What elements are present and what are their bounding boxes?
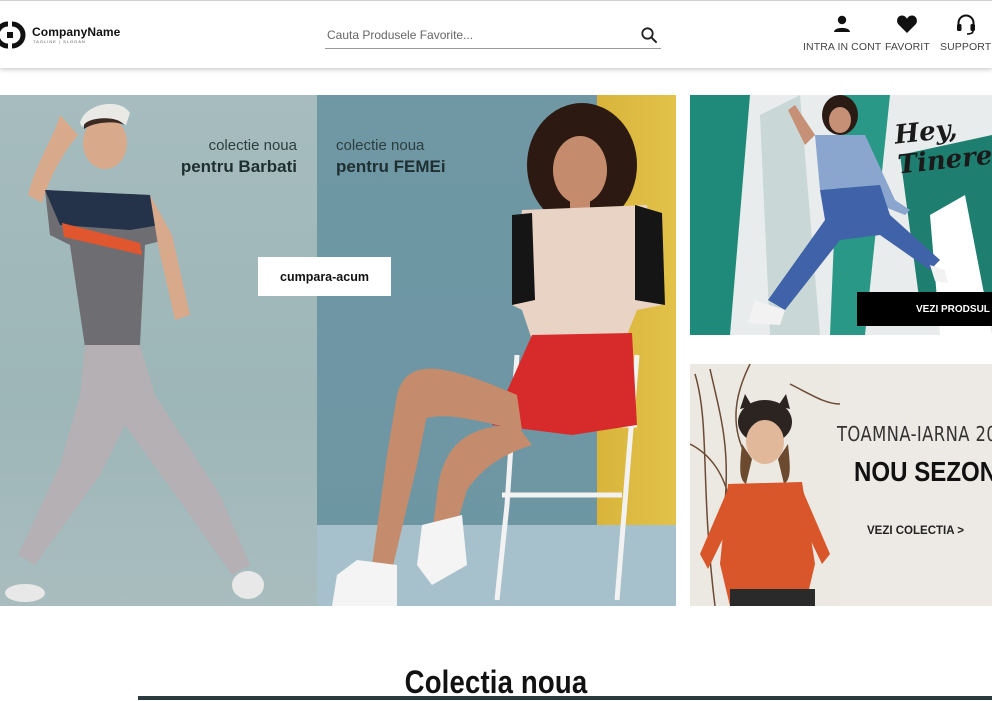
heart-icon [896, 13, 918, 35]
autumn-season-label: TOAMNA-IARNA 201 [837, 422, 992, 446]
hero-women-caption-big: pentru FEMEi [336, 157, 446, 176]
company-name: CompanyName [32, 24, 121, 39]
company-tagline: TAGLINE | SLOGAN [33, 38, 86, 44]
user-icon [831, 13, 853, 35]
hero-men-caption: colectie noua pentru Barbati [181, 137, 297, 179]
search-bar [325, 22, 661, 49]
hero-women-caption-small: colectie noua [336, 137, 425, 154]
teens-banner[interactable]: Hey, Tineret VEZI PRODSUL [690, 95, 992, 335]
hero-men-caption-small: colectie noua [208, 137, 297, 154]
company-logo[interactable]: CompanyName TAGLINE | SLOGAN [0, 21, 120, 49]
autumn-new-season-title: NOU SEZON [854, 456, 992, 487]
nav-favorites-label: FAVORIT [885, 41, 930, 53]
hero-women-caption: colectie noua pentru FEMEi [336, 137, 446, 179]
search-icon[interactable] [640, 26, 658, 44]
nav-login[interactable]: INTRA IN CONT [803, 13, 881, 53]
logo-mark-icon [0, 21, 26, 49]
hero-men-caption-big: pentru Barbati [180, 157, 297, 176]
shop-now-button[interactable]: cumpara-acum [258, 257, 391, 296]
hero-banner[interactable]: colectie noua pentru Barbati colectie no… [0, 95, 676, 606]
site-header: CompanyName TAGLINE | SLOGAN INTRA IN CO… [0, 0, 992, 68]
view-product-button[interactable]: VEZI PRODSUL [857, 292, 992, 326]
autumn-banner[interactable]: TOAMNA-IARNA 201 NOU SEZON VEZI COLECTIA… [690, 364, 992, 606]
search-input[interactable] [325, 22, 625, 48]
view-collection-link[interactable]: VEZI COLECTIA > [867, 525, 964, 537]
teens-banner-title: Hey, Tineret [893, 110, 992, 180]
autumn-banner-image [690, 364, 840, 606]
nav-login-label: INTRA IN CONT [803, 41, 882, 53]
nav-favorites[interactable]: FAVORIT [885, 13, 930, 53]
collection-strip [138, 696, 992, 700]
headset-icon [955, 13, 977, 35]
nav-support[interactable]: SUPPORT [940, 13, 991, 53]
nav-support-label: SUPPORT [940, 41, 992, 53]
